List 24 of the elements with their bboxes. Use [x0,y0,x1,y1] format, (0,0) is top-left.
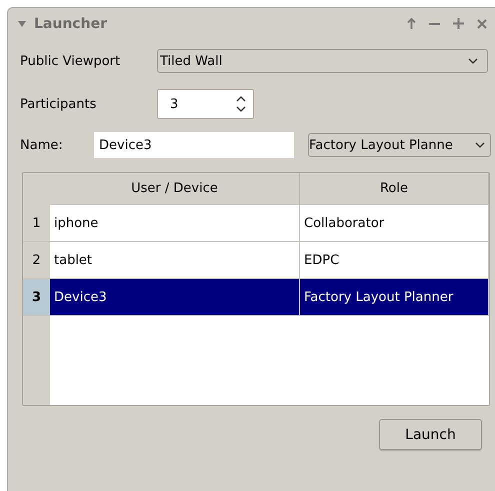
minimize-icon[interactable] [429,22,440,24]
participants-spinbox[interactable]: 3 [157,89,254,119]
field-label: Name: [20,138,64,152]
table-cell[interactable]: Factory Layout Planner [300,279,489,316]
up-arrow-icon[interactable] [407,18,416,29]
row-number[interactable]: 3 [23,279,50,316]
column-header[interactable]: User / Device [50,173,300,205]
name-input-field[interactable]: Device3 [94,132,294,158]
column-header[interactable]: Role [300,173,489,205]
launch-button[interactable]: Launch [379,419,482,450]
window-title: Launcher [34,16,108,32]
role-dropdown[interactable]: Factory Layout Planne [308,133,491,157]
viewport-dropdown[interactable]: Tiled Wall [157,49,488,73]
table-cell[interactable]: Device3 [50,279,300,316]
maximize-icon[interactable] [453,18,464,29]
field-label: Public Viewport [20,54,122,68]
table-cell[interactable]: Collaborator [300,205,489,242]
close-icon[interactable] [477,18,487,28]
field-label: Participants [20,96,98,112]
spin-arrows-icon[interactable] [235,94,247,114]
collapse-triangle-icon[interactable] [18,20,26,26]
table-cell[interactable]: iphone [50,205,300,242]
row-number[interactable]: 1 [23,205,50,242]
row-number[interactable]: 2 [23,242,50,279]
